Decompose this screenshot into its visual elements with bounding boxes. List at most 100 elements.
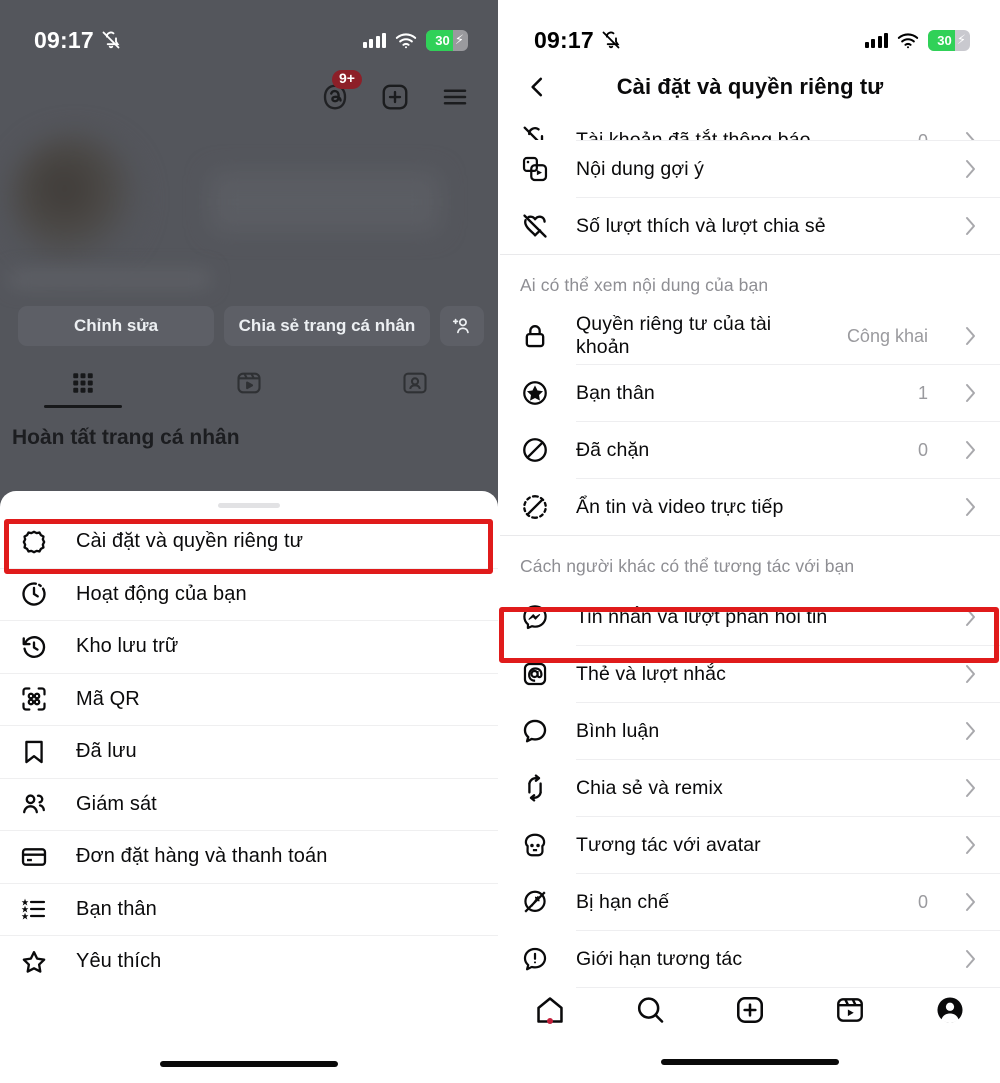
hamburger-menu-icon[interactable] [436, 78, 474, 116]
setting-row-comments[interactable]: Bình luận [500, 703, 1000, 759]
reels-icon [837, 998, 863, 1022]
setting-row-avatar-interactions[interactable]: Tương tác với avatar [500, 817, 1000, 873]
status-bar-left: 09:17 30 ⚡ [0, 0, 498, 62]
messenger-icon [518, 603, 552, 631]
menu-item-supervision[interactable]: Giám sát [0, 779, 498, 831]
setting-row-value: 0 [917, 439, 928, 460]
setting-row-label: Thẻ và lượt nhắc [576, 662, 726, 685]
home-indicator-right [661, 1059, 839, 1065]
setting-row-label: Giới hạn tương tác [576, 947, 743, 970]
activity-clock-icon [18, 580, 50, 608]
menu-item-label: Cài đặt và quyền riêng tư [76, 530, 304, 553]
chevron-right-icon [964, 130, 978, 140]
clock-time: 09:17 [34, 26, 94, 53]
restricted-icon [518, 888, 552, 916]
setting-row-value: Công khai [846, 325, 928, 346]
menu-item-label: Đơn đặt hàng và thanh toán [76, 845, 328, 868]
cellular-signal-icon [864, 32, 888, 48]
setting-row-suggested-content[interactable]: Nội dung gợi ý [500, 141, 1000, 197]
setting-row-blocked[interactable]: Đã chặn 0 [500, 422, 1000, 478]
dual-screenshot-container: 09:17 30 ⚡ 9+ Chỉnh sửa Chia sẻ trang cá… [0, 0, 1000, 1083]
chevron-right-icon [964, 834, 978, 856]
menu-item-your-activity[interactable]: Hoạt động của bạn [0, 569, 498, 621]
limit-interaction-icon [518, 945, 552, 973]
setting-row-label: Tin nhắn và lượt phản hồi tin [576, 605, 828, 628]
setting-row-label: Số lượt thích và lượt chia sẻ [576, 214, 826, 237]
setting-row-messages-replies[interactable]: Tin nhắn và lượt phản hồi tin [500, 589, 1000, 645]
setting-row-label: Ẩn tin và video trực tiếp [576, 495, 784, 518]
home-tab[interactable] [500, 994, 600, 1026]
create-tab[interactable] [700, 994, 800, 1026]
menu-item-qr-code[interactable]: Mã QR [0, 674, 498, 726]
profile-page-content: 9+ Chỉnh sửa Chia sẻ trang cá nhân Hoàn … [0, 62, 498, 449]
tagged-tab[interactable] [332, 369, 498, 409]
setting-row-sharing-remix[interactable]: Chia sẻ và remix [500, 760, 1000, 816]
lock-icon [518, 322, 552, 350]
reels-tab-underline [210, 406, 288, 409]
battery-charging-icon: 30 ⚡ [426, 29, 468, 51]
bell-slash-icon [102, 31, 120, 49]
plus-square-icon [737, 997, 764, 1024]
menu-item-settings-privacy[interactable]: Cài đặt và quyền riêng tư [0, 516, 498, 568]
setting-row-restricted[interactable]: Bị hạn chế 0 [500, 874, 1000, 930]
menu-item-label: Bạn thân [76, 897, 157, 920]
chevron-right-icon [964, 891, 978, 913]
profile-menu-bottom-sheet: Cài đặt và quyền riêng tư Hoạt động của … [0, 491, 498, 1083]
profile-tab[interactable] [900, 994, 1000, 1026]
setting-row-label: Bạn thân [576, 381, 655, 404]
status-bar-right-group: 30 ⚡ [362, 29, 468, 51]
setting-row-like-share-counts[interactable]: Số lượt thích và lượt chia sẻ [500, 198, 1000, 254]
search-tab[interactable] [600, 994, 700, 1026]
edit-profile-button[interactable]: Chỉnh sửa [18, 306, 214, 346]
right-phone-screen: 09:17 30 ⚡ Cài đặt và quyền riêng tư Tài… [500, 0, 1000, 1083]
reels-tab[interactable] [800, 994, 900, 1026]
chevron-right-icon [964, 496, 978, 518]
left-phone-screen: 09:17 30 ⚡ 9+ Chỉnh sửa Chia sẻ trang cá… [0, 0, 500, 1083]
setting-row-muted-accounts[interactable]: Tài khoản đã tắt thông báo 0 [500, 112, 1000, 140]
setting-row-hide-story-live[interactable]: Ẩn tin và video trực tiếp [500, 479, 1000, 535]
grid-tab-underline [44, 405, 122, 408]
share-profile-button[interactable]: Chia sẻ trang cá nhân [224, 306, 430, 346]
setting-row-label: Nội dung gợi ý [576, 157, 705, 180]
star-circle-icon [518, 379, 552, 407]
profile-tabs [0, 362, 498, 416]
at-mention-icon [518, 660, 552, 688]
profile-avatar-blurred [10, 134, 140, 264]
menu-item-label: Giám sát [76, 792, 157, 815]
cellular-signal-icon [362, 32, 386, 48]
reels-tab[interactable] [166, 369, 332, 409]
profile-top-icon-row: 9+ [0, 62, 498, 124]
chevron-right-icon [964, 606, 978, 628]
wifi-icon [395, 32, 417, 48]
menu-item-label: Hoạt động của bạn [76, 582, 247, 605]
setting-row-label: Tài khoản đã tắt thông báo [576, 129, 811, 140]
setting-row-value: 0 [918, 131, 928, 140]
threads-badge-count: 9+ [332, 70, 362, 90]
add-post-icon[interactable] [376, 78, 414, 116]
threads-icon[interactable]: 9+ [316, 70, 362, 116]
status-bar-right: 09:17 30 ⚡ [500, 0, 1000, 62]
bell-slash-icon [602, 31, 620, 49]
setting-row-close-friends[interactable]: Bạn thân 1 [500, 365, 1000, 421]
grid-tab[interactable] [0, 370, 166, 408]
chevron-right-icon [964, 382, 978, 404]
setting-row-account-privacy[interactable]: Quyền riêng tư của tài khoản Công khai [500, 308, 1000, 364]
star-icon [18, 948, 50, 976]
settings-gear-icon [18, 528, 50, 556]
bottom-tab-bar [500, 979, 1000, 1041]
menu-item-archive[interactable]: Kho lưu trữ [0, 621, 498, 673]
setting-row-label: Bình luận [576, 719, 660, 742]
add-person-icon [452, 318, 469, 334]
add-person-button[interactable] [440, 306, 484, 346]
charging-bolt-icon: ⚡ [454, 32, 464, 47]
block-icon [518, 436, 552, 464]
menu-item-saved[interactable]: Đã lưu [0, 726, 498, 778]
menu-item-orders-payments[interactable]: Đơn đặt hàng và thanh toán [0, 831, 498, 883]
setting-row-label: Đã chặn [576, 438, 650, 461]
setting-row-tags-mentions[interactable]: Thẻ và lượt nhắc [500, 646, 1000, 702]
chevron-right-icon [964, 720, 978, 742]
menu-item-label: Kho lưu trữ [76, 635, 179, 658]
drag-handle[interactable] [218, 503, 280, 508]
menu-item-favourites[interactable]: Yêu thích [0, 936, 498, 988]
menu-item-close-friends[interactable]: Bạn thân [0, 884, 498, 936]
